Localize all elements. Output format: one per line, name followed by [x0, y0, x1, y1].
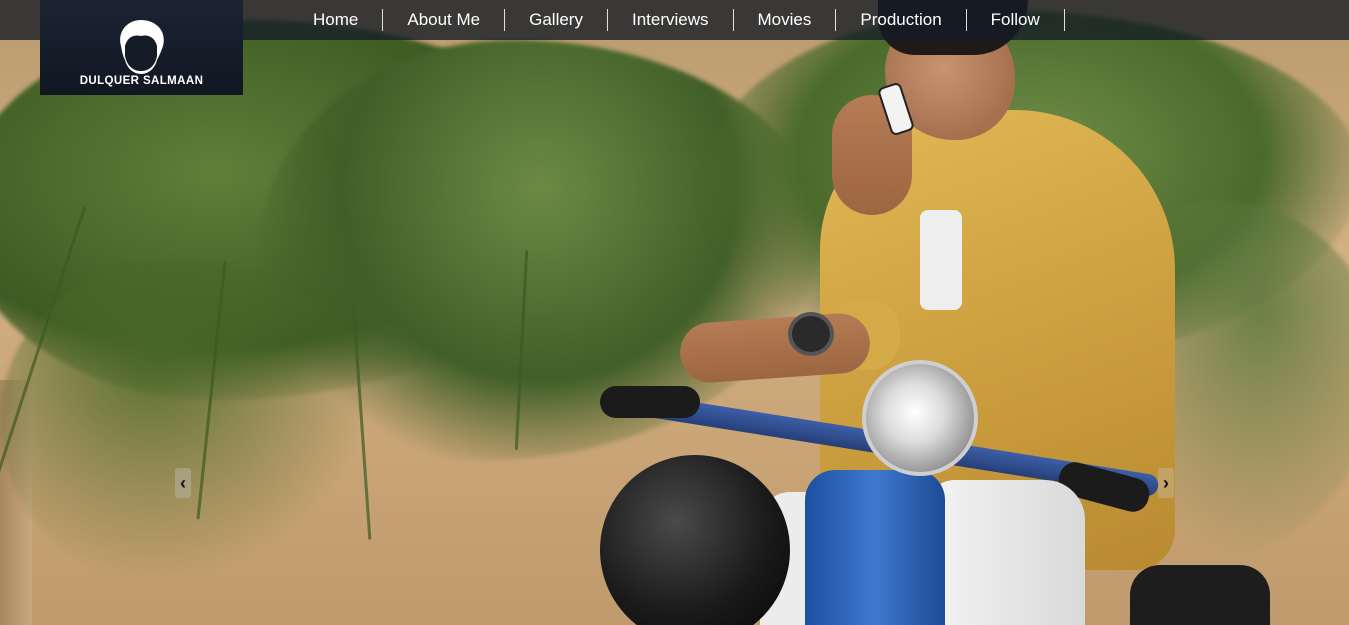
slider-next-button[interactable]: ›	[1158, 468, 1174, 498]
hair-silhouette-icon	[120, 20, 164, 74]
nav-movies[interactable]: Movies	[734, 9, 837, 31]
nav-gallery[interactable]: Gallery	[505, 9, 608, 31]
nav-production[interactable]: Production	[836, 9, 967, 31]
nav-interviews[interactable]: Interviews	[608, 9, 734, 31]
nav-follow[interactable]: Follow	[967, 9, 1065, 31]
scooter-body	[805, 470, 945, 625]
scooter-headlamp	[862, 360, 978, 476]
main-nav: Home About Me Gallery Interviews Movies …	[289, 0, 1065, 40]
scooter-seat	[1130, 565, 1270, 625]
wristwatch	[788, 312, 834, 356]
scooter-grip	[600, 386, 700, 418]
nav-home[interactable]: Home	[289, 9, 384, 31]
site-logo[interactable]: DULQUER SALMAAN	[40, 0, 243, 95]
nav-about-me[interactable]: About Me	[383, 9, 506, 31]
chevron-right-icon: ›	[1163, 473, 1169, 493]
chevron-left-icon: ‹	[180, 473, 186, 493]
scooter-body	[925, 480, 1085, 625]
site-logo-text: DULQUER SALMAAN	[79, 75, 204, 87]
person-shirt	[920, 210, 962, 310]
slider-prev-button[interactable]: ‹	[175, 468, 191, 498]
